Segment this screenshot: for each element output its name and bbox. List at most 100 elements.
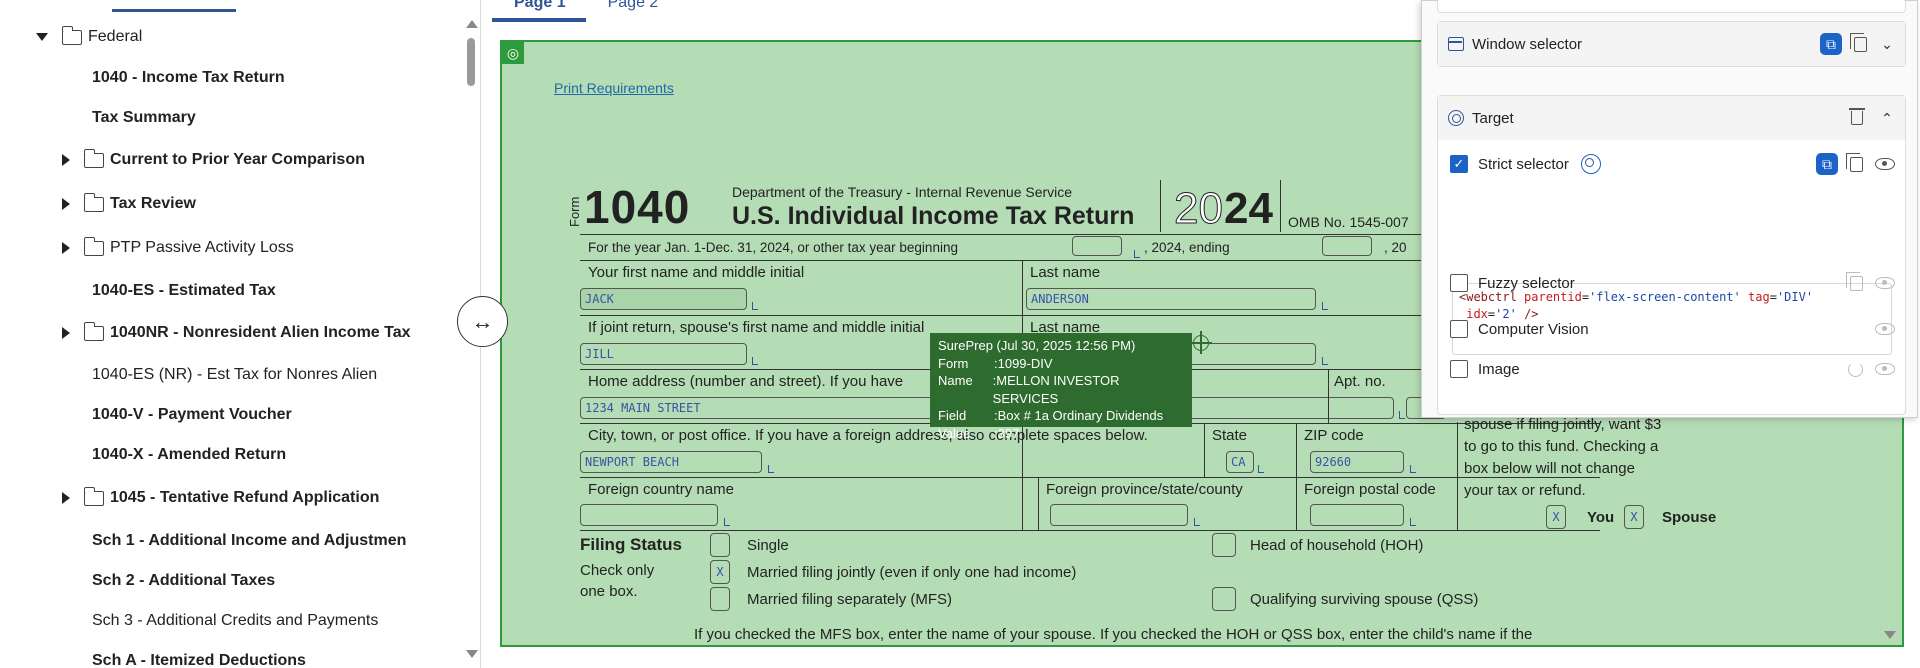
- selector-tool-icon[interactable]: ⧉: [1820, 33, 1842, 55]
- folder-icon: [83, 321, 104, 341]
- city-field[interactable]: NEWPORT BEACH: [580, 451, 762, 473]
- print-requirements-link[interactable]: Print Requirements: [554, 80, 674, 96]
- tree-item-1040-x[interactable]: 1040-X - Amended Return: [92, 446, 286, 464]
- spouse-first-name-field[interactable]: JILL: [580, 343, 747, 365]
- tooltip-row: Name:MELLON INVESTOR SERVICES: [938, 372, 1184, 407]
- first-name-field[interactable]: JACK: [580, 288, 747, 310]
- caret-down-icon[interactable]: [36, 33, 48, 41]
- strict-selector-code[interactable]: <webctrl parentid='flex-screen-content' …: [1452, 283, 1892, 355]
- foreign-province-field[interactable]: [1050, 504, 1188, 526]
- campaign-line-3: box below will not change: [1464, 460, 1635, 477]
- field-marker: [1322, 302, 1328, 310]
- tree-item-1040-v[interactable]: 1040-V - Payment Voucher: [92, 406, 292, 424]
- copy-icon[interactable]: [1846, 152, 1863, 172]
- spouse-name-label: If joint return, spouse's first name and…: [588, 319, 925, 336]
- tree-item-1040[interactable]: 1040 - Income Tax Return: [92, 69, 285, 87]
- tree-item-1040-es-nr[interactable]: 1040-ES (NR) - Est Tax for Nonres Alien: [92, 366, 377, 384]
- caret-right-icon[interactable]: [62, 198, 70, 210]
- tree-item-1045[interactable]: 1045 - Tentative Refund Application: [62, 486, 380, 507]
- computer-vision-label: Computer Vision: [1478, 320, 1589, 338]
- caret-right-icon[interactable]: [62, 154, 70, 166]
- scroll-down-icon[interactable]: [1884, 631, 1896, 639]
- strict-selector-checkbox[interactable]: ✓: [1450, 155, 1468, 173]
- tooltip-value: :1099-DIV: [994, 355, 1053, 371]
- tax-year-end-field[interactable]: [1322, 236, 1372, 256]
- window-selector-header[interactable]: Window selector ⧉ ⌄: [1438, 22, 1905, 66]
- tree-item-tax-summary[interactable]: Tax Summary: [92, 109, 196, 127]
- tree-item-sch-3[interactable]: Sch 3 - Additional Credits and Payments: [92, 612, 378, 630]
- foreign-postal-field[interactable]: [1310, 504, 1404, 526]
- divider: [1328, 369, 1329, 423]
- highlight-eye-icon[interactable]: [1875, 158, 1895, 170]
- resize-arrows-icon: ↔: [471, 308, 494, 334]
- caret-right-icon[interactable]: [62, 492, 70, 504]
- window-selector-title: Window selector: [1472, 35, 1583, 53]
- mfs-label: Married filing separately (MFS): [747, 591, 953, 608]
- foreign-country-label: Foreign country name: [588, 481, 734, 498]
- tree-item-sch-a[interactable]: Sch A - Itemized Deductions: [92, 652, 306, 668]
- qss-checkbox[interactable]: [1212, 587, 1236, 611]
- state-field[interactable]: CA: [1226, 451, 1254, 473]
- single-checkbox[interactable]: [710, 533, 730, 557]
- tree-item-ptp[interactable]: PTP Passive Activity Loss: [62, 236, 294, 257]
- tree-item-1040nr[interactable]: 1040NR - Nonresident Alien Income Tax: [62, 321, 411, 342]
- last-name-field[interactable]: ANDERSON: [1026, 288, 1316, 310]
- campaign-spouse-checkbox[interactable]: X: [1624, 505, 1644, 529]
- target-header[interactable]: Target ⌃: [1438, 96, 1905, 140]
- computer-vision-checkbox[interactable]: [1450, 320, 1468, 338]
- tree-item-federal[interactable]: Federal: [36, 25, 142, 46]
- divider: [1280, 180, 1281, 232]
- tab-page-2[interactable]: Page 2: [586, 0, 679, 22]
- target-card: Target ⌃ ✓ Strict selector ⧉ <webctrl pa…: [1437, 95, 1906, 415]
- caret-right-icon[interactable]: [62, 242, 70, 254]
- selector-tool-icon[interactable]: ⧉: [1816, 153, 1838, 175]
- tree-item-sch-1[interactable]: Sch 1 - Additional Income and Adjustmen: [92, 532, 406, 550]
- tree-item-label: 1040-X - Amended Return: [92, 446, 287, 463]
- code-value: 'flex-screen-content': [1589, 290, 1741, 304]
- mfs-note: If you checked the MFS box, enter the na…: [694, 626, 1533, 643]
- tree-item-1040-es[interactable]: 1040-ES - Estimated Tax: [92, 282, 276, 300]
- previous-card-edge: [1437, 0, 1906, 13]
- fuzzy-selector-row: Fuzzy selector: [1450, 271, 1895, 292]
- tree-item-sch-2[interactable]: Sch 2 - Additional Taxes: [92, 572, 275, 590]
- form-title: U.S. Individual Income Tax Return: [732, 202, 1135, 230]
- trash-icon[interactable]: [1849, 108, 1865, 125]
- tab-page-1[interactable]: Page 1: [492, 0, 586, 22]
- scroll-up-icon[interactable]: [466, 20, 478, 28]
- state-label: State: [1212, 427, 1248, 444]
- target-picker-icon[interactable]: [1580, 154, 1601, 174]
- zip-field[interactable]: 92660: [1310, 451, 1404, 473]
- field-marker: [752, 302, 758, 310]
- filing-status-hint-2: one box.: [580, 583, 638, 600]
- scroll-down-icon[interactable]: [466, 650, 478, 658]
- chevron-up-icon[interactable]: ⌃: [1879, 110, 1895, 127]
- image-checkbox[interactable]: [1450, 360, 1468, 378]
- field-marker: [1399, 411, 1405, 419]
- copy-icon[interactable]: [1850, 32, 1867, 52]
- foreign-country-field[interactable]: [580, 504, 718, 526]
- field-marker: [1410, 465, 1416, 473]
- tax-year-begin-field[interactable]: [1072, 236, 1122, 256]
- panel-resize-handle[interactable]: ↔: [457, 296, 508, 347]
- refresh-icon: [1848, 361, 1863, 377]
- filing-status-title: Filing Status: [580, 535, 682, 554]
- forms-tree-panel: Federal 1040 - Income Tax Return Tax Sum…: [0, 0, 481, 668]
- scroll-thumb[interactable]: [467, 38, 475, 86]
- hoh-checkbox[interactable]: [1212, 533, 1236, 557]
- fuzzy-selector-checkbox[interactable]: [1450, 274, 1468, 292]
- caret-right-icon[interactable]: [62, 327, 70, 339]
- tree-item-tax-review[interactable]: Tax Review: [62, 192, 196, 213]
- tooltip-row: Form :1099-DIV: [938, 355, 1184, 373]
- campaign-you-checkbox[interactable]: X: [1546, 505, 1566, 529]
- last-name-label: Last name: [1030, 264, 1101, 281]
- form-label: Form: [567, 196, 582, 227]
- omb-number: OMB No. 1545-007: [1288, 214, 1409, 230]
- mfj-checkbox[interactable]: X: [710, 560, 730, 584]
- chevron-down-icon[interactable]: ⌄: [1879, 36, 1895, 53]
- tree-item-label: 1045 - Tentative Refund Application: [110, 489, 380, 506]
- apt-label: Apt. no.: [1334, 373, 1386, 390]
- tooltip-key: Form: [938, 355, 969, 371]
- mfs-checkbox[interactable]: [710, 587, 730, 611]
- tree-item-comparison[interactable]: Current to Prior Year Comparison: [62, 148, 365, 169]
- window-selector-card: Window selector ⧉ ⌄: [1437, 21, 1906, 67]
